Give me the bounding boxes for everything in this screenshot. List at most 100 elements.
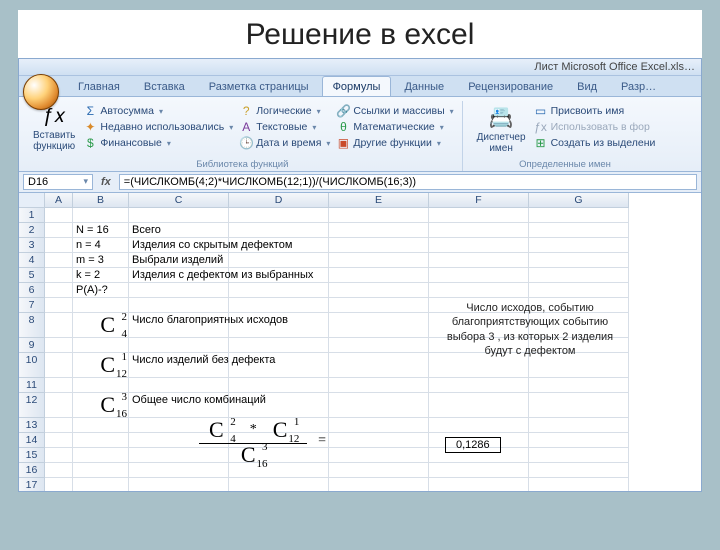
cell[interactable] (45, 223, 73, 238)
col-header[interactable]: B (73, 193, 129, 208)
cell[interactable] (429, 463, 529, 478)
row-header[interactable]: 17 (19, 478, 45, 491)
use-in-formula-button[interactable]: ƒxИспользовать в фор (532, 119, 658, 135)
logical-button[interactable]: ?Логические▾ (237, 103, 332, 119)
cell[interactable] (45, 448, 73, 463)
cell[interactable] (329, 393, 429, 418)
cell[interactable] (529, 478, 629, 491)
cell[interactable] (73, 448, 129, 463)
cell[interactable] (229, 268, 329, 283)
tab-home[interactable]: Главная (67, 76, 131, 96)
row-header[interactable]: 3 (19, 238, 45, 253)
formula-input[interactable]: =(ЧИСЛКОМБ(4;2)*ЧИСЛКОМБ(12;1))/(ЧИСЛКОМ… (119, 174, 697, 190)
cell[interactable] (45, 298, 73, 313)
cell[interactable] (429, 238, 529, 253)
cell[interactable] (429, 378, 529, 393)
cell[interactable]: n = 4 (73, 238, 129, 253)
cell[interactable] (129, 298, 229, 313)
cell[interactable] (45, 353, 73, 378)
cell[interactable] (329, 223, 429, 238)
cell[interactable] (429, 478, 529, 491)
cell[interactable] (73, 338, 129, 353)
cell[interactable] (45, 238, 73, 253)
cell[interactable] (529, 378, 629, 393)
cell[interactable] (429, 253, 529, 268)
col-header[interactable]: G (529, 193, 629, 208)
cell[interactable] (329, 463, 429, 478)
cell[interactable] (45, 418, 73, 433)
cell[interactable] (229, 478, 329, 491)
cell[interactable] (129, 478, 229, 491)
cell[interactable] (429, 223, 529, 238)
cell[interactable] (529, 393, 629, 418)
row-header[interactable]: 8 (19, 313, 45, 338)
cell[interactable] (73, 298, 129, 313)
cell[interactable] (45, 478, 73, 491)
cell[interactable] (73, 208, 129, 223)
cell[interactable] (229, 353, 329, 378)
cell[interactable] (45, 393, 73, 418)
row-header[interactable]: 2 (19, 223, 45, 238)
cell[interactable] (229, 313, 329, 338)
cell[interactable] (45, 338, 73, 353)
col-header[interactable]: E (329, 193, 429, 208)
cell[interactable] (45, 283, 73, 298)
cell[interactable] (329, 208, 429, 223)
cell[interactable] (73, 478, 129, 491)
worksheet[interactable]: ABCDEFG12N = 16Всего3n = 4Изделия со скр… (19, 193, 701, 491)
cell[interactable] (129, 338, 229, 353)
cell[interactable] (529, 463, 629, 478)
cell[interactable]: C24 (73, 313, 129, 338)
cell[interactable]: m = 3 (73, 253, 129, 268)
cell[interactable] (529, 448, 629, 463)
select-all-corner[interactable] (19, 193, 45, 208)
tab-review[interactable]: Рецензирование (457, 76, 564, 96)
cell[interactable] (229, 253, 329, 268)
cell[interactable] (429, 268, 529, 283)
cell[interactable] (529, 268, 629, 283)
tab-data[interactable]: Данные (393, 76, 455, 96)
cell[interactable] (329, 238, 429, 253)
cell[interactable]: C316 (73, 393, 129, 418)
row-header[interactable]: 15 (19, 448, 45, 463)
recent-button[interactable]: ✦Недавно использовались▾ (81, 119, 235, 135)
cell[interactable] (429, 208, 529, 223)
define-name-button[interactable]: ▭Присвоить имя (532, 103, 658, 119)
name-box[interactable]: D16 (23, 174, 93, 190)
cell[interactable] (329, 338, 429, 353)
cell[interactable] (73, 418, 129, 433)
cell[interactable] (73, 463, 129, 478)
cell[interactable] (229, 223, 329, 238)
cell[interactable] (129, 283, 229, 298)
cell[interactable]: Число благоприятных исходов (129, 313, 229, 338)
cell[interactable]: Выбрали изделий (129, 253, 229, 268)
cell[interactable] (129, 378, 229, 393)
insert-function-button[interactable]: ƒ𝑥 Вставить функцию (29, 103, 79, 154)
tab-pagelayout[interactable]: Разметка страницы (198, 76, 320, 96)
tab-view[interactable]: Вид (566, 76, 608, 96)
row-header[interactable]: 10 (19, 353, 45, 378)
cell[interactable] (329, 283, 429, 298)
cell[interactable] (329, 433, 429, 448)
cell[interactable] (529, 253, 629, 268)
cell[interactable] (73, 433, 129, 448)
cell[interactable] (329, 478, 429, 491)
lookup-button[interactable]: 🔗Ссылки и массивы▾ (334, 103, 455, 119)
cell[interactable] (329, 353, 429, 378)
name-manager-button[interactable]: 📇 Диспетчер имен (473, 103, 530, 156)
cell[interactable] (529, 418, 629, 433)
row-header[interactable]: 7 (19, 298, 45, 313)
cell[interactable] (529, 283, 629, 298)
cell[interactable] (329, 418, 429, 433)
cell[interactable]: Изделия с дефектом из выбранных (129, 268, 229, 283)
cell[interactable] (429, 283, 529, 298)
cell[interactable] (45, 268, 73, 283)
cell[interactable] (129, 208, 229, 223)
cell[interactable] (529, 238, 629, 253)
datetime-button[interactable]: 🕒Дата и время▾ (237, 135, 332, 151)
col-header[interactable]: D (229, 193, 329, 208)
tab-formulas[interactable]: Формулы (322, 76, 392, 96)
row-header[interactable]: 16 (19, 463, 45, 478)
cell[interactable]: Изделия со скрытым дефектом (129, 238, 229, 253)
cell[interactable]: P(A)-? (73, 283, 129, 298)
